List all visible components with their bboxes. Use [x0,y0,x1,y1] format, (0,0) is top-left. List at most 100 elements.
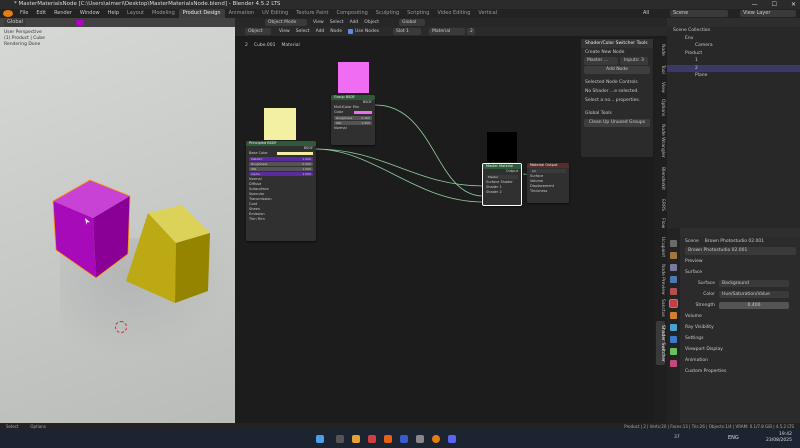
tab-texture-paint[interactable]: Texture Paint [292,9,332,18]
tab-view[interactable]: View [656,79,665,95]
clock[interactable]: 19:42 23/08/2025 [766,432,792,444]
world-tab-icon[interactable] [669,299,678,308]
tab-options[interactable]: Options [656,97,665,119]
node-row-base-color[interactable]: Base Color [246,151,316,156]
tab-modeling[interactable]: Modeling [148,9,179,18]
group-master-dropdown[interactable]: Master [486,175,518,179]
tab-animation[interactable]: Animation [225,9,259,18]
view-layer-tab-icon[interactable] [670,276,677,283]
outliner-scene-collection[interactable]: Scene Collection [667,27,800,35]
photoshop-icon[interactable] [400,435,408,443]
object-tab-icon[interactable] [670,312,677,319]
output-input-thickness[interactable]: Thickness [527,189,569,194]
tab-sanctus[interactable]: Sanctus [656,297,665,319]
pink-normal-socket[interactable]: Normal [331,126,375,131]
material-output-node[interactable]: Material Output All Surface Volume Displ… [527,163,569,203]
3d-viewport[interactable]: User Perspective (1) Product | Cube Rend… [0,18,235,423]
app2-icon[interactable] [416,435,424,443]
gold-cube[interactable] [120,203,215,323]
xray-toggle-icon[interactable] [76,19,84,26]
browser-icon[interactable] [368,435,376,443]
tab-layout[interactable]: Layout [123,9,148,18]
render-tab-icon[interactable] [670,252,677,259]
output-target-dropdown[interactable]: All [530,169,566,173]
group-output-socket[interactable]: Output [483,169,521,174]
master-material-group-node[interactable]: Master Material Output Master Surface Sh… [482,163,522,206]
tab-vertical[interactable]: Vertical [474,9,501,18]
section-viewport-display[interactable]: ›Viewport Display [667,344,800,355]
tab-ucupaint[interactable]: Ucupaint [656,233,665,261]
menu-window[interactable]: Window [76,9,104,18]
output-tab-icon[interactable] [670,264,677,271]
section-surface[interactable]: ⌄Surface [667,267,800,278]
outliner-item-camera[interactable]: Camera [667,42,800,50]
outliner-item-2[interactable]: 2 [667,64,800,72]
menu-file[interactable]: File [16,9,32,18]
tab-uv-editing[interactable]: UV Editing [258,9,292,18]
search-icon[interactable] [336,435,344,443]
blender-taskbar-icon[interactable] [432,435,440,443]
outliner-item-plane[interactable]: Plane [667,72,800,80]
tab-node-wrangler[interactable]: Node Wrangler [656,121,665,161]
discord-icon[interactable] [448,435,456,443]
tab-node[interactable]: Node [656,41,665,59]
section-animation[interactable]: ›Animation [667,355,800,366]
metallic-field[interactable]: Metallic 1.000 [249,157,313,161]
world-datablock-field[interactable]: Brown Photostudio 02.001 [685,247,796,255]
tool-tab-icon[interactable] [670,240,677,247]
physics-tab-icon[interactable] [670,336,677,343]
maximize-button[interactable]: ☐ [772,0,777,9]
pink-ior-field[interactable]: IOR 1.500 [334,121,372,125]
section-volume[interactable]: ›Volume [667,311,800,322]
files-icon[interactable] [352,435,360,443]
scene-tab-icon[interactable] [670,288,677,295]
add-node-button[interactable]: Add Node [584,66,650,74]
modifier-tab-icon[interactable] [670,324,677,331]
tab-tool[interactable]: Tool [656,61,665,77]
surface-shader-field[interactable]: Background [719,280,789,287]
tab-compositing[interactable]: Compositing [332,9,371,18]
ior-field[interactable]: IOR 1.500 [249,167,313,171]
menu-help[interactable]: Help [104,9,123,18]
transform-orientation[interactable]: Global [4,19,26,26]
node-row-color[interactable]: Color [331,110,375,115]
tab-video-editing[interactable]: Video Editing [433,9,474,18]
tab-product-design[interactable]: Product Design [178,9,225,18]
color-input-field[interactable]: Hue/Saturation/Value [719,291,789,298]
outliner[interactable]: Scene Collection Env Camera Product 1 2 … [667,18,800,228]
inputs-field[interactable]: Inputs: 3 [620,57,648,65]
filter-all[interactable]: All [643,9,649,18]
menu-edit[interactable]: Edit [32,9,50,18]
pink-bsdf-node[interactable]: Group BSDF BSDF MultiColor Mix Color Rou… [331,95,375,145]
principled-bsdf-node[interactable]: Principled BSDF BSDF Base Color Metallic… [246,141,316,241]
material-tab-icon[interactable] [670,360,677,367]
alpha-field[interactable]: Alpha 1.000 [249,172,313,176]
strength-field[interactable]: 0.400 [719,302,789,309]
tab-node-preview[interactable]: Node Preview [656,263,665,295]
blender-logo-icon[interactable] [3,10,13,17]
group-input-shader-2[interactable]: Shader 2 [483,190,521,195]
outliner-item-1[interactable]: 1 [667,57,800,65]
data-tab-icon[interactable] [670,348,677,355]
scene-selector[interactable]: Scene [670,10,728,17]
section-preview[interactable]: ›Preview [667,256,800,267]
subpanel-thin-film[interactable]: Thin Film [246,217,316,222]
clean-up-unused-groups-button[interactable]: Clean Up Unused Groups [584,119,650,127]
tab-sculpting[interactable]: Sculpting [372,9,403,18]
3d-cursor-icon[interactable] [115,321,127,333]
start-icon[interactable] [316,435,324,443]
section-settings[interactable]: ›Settings [667,333,800,344]
view-layer-selector[interactable]: View Layer [740,10,796,17]
pink-roughness-field[interactable]: Roughness 0.200 [334,116,372,120]
input-language[interactable]: ENG [728,435,739,441]
roughness-field[interactable]: Roughness 0.500 [249,162,313,166]
menu-render[interactable]: Render [50,9,76,18]
outliner-item-env[interactable]: Env [667,35,800,43]
master-field[interactable]: Master ... [584,57,618,65]
tab-shader-switcher[interactable]: Shader Switcher [656,321,665,365]
tab-scripting[interactable]: Scripting [403,9,433,18]
outliner-item-product[interactable]: Product [667,50,800,58]
close-button[interactable]: ✕ [791,0,796,9]
section-custom-properties[interactable]: ›Custom Properties [667,366,800,377]
section-ray-visibility[interactable]: ›Ray Visibility [667,322,800,333]
